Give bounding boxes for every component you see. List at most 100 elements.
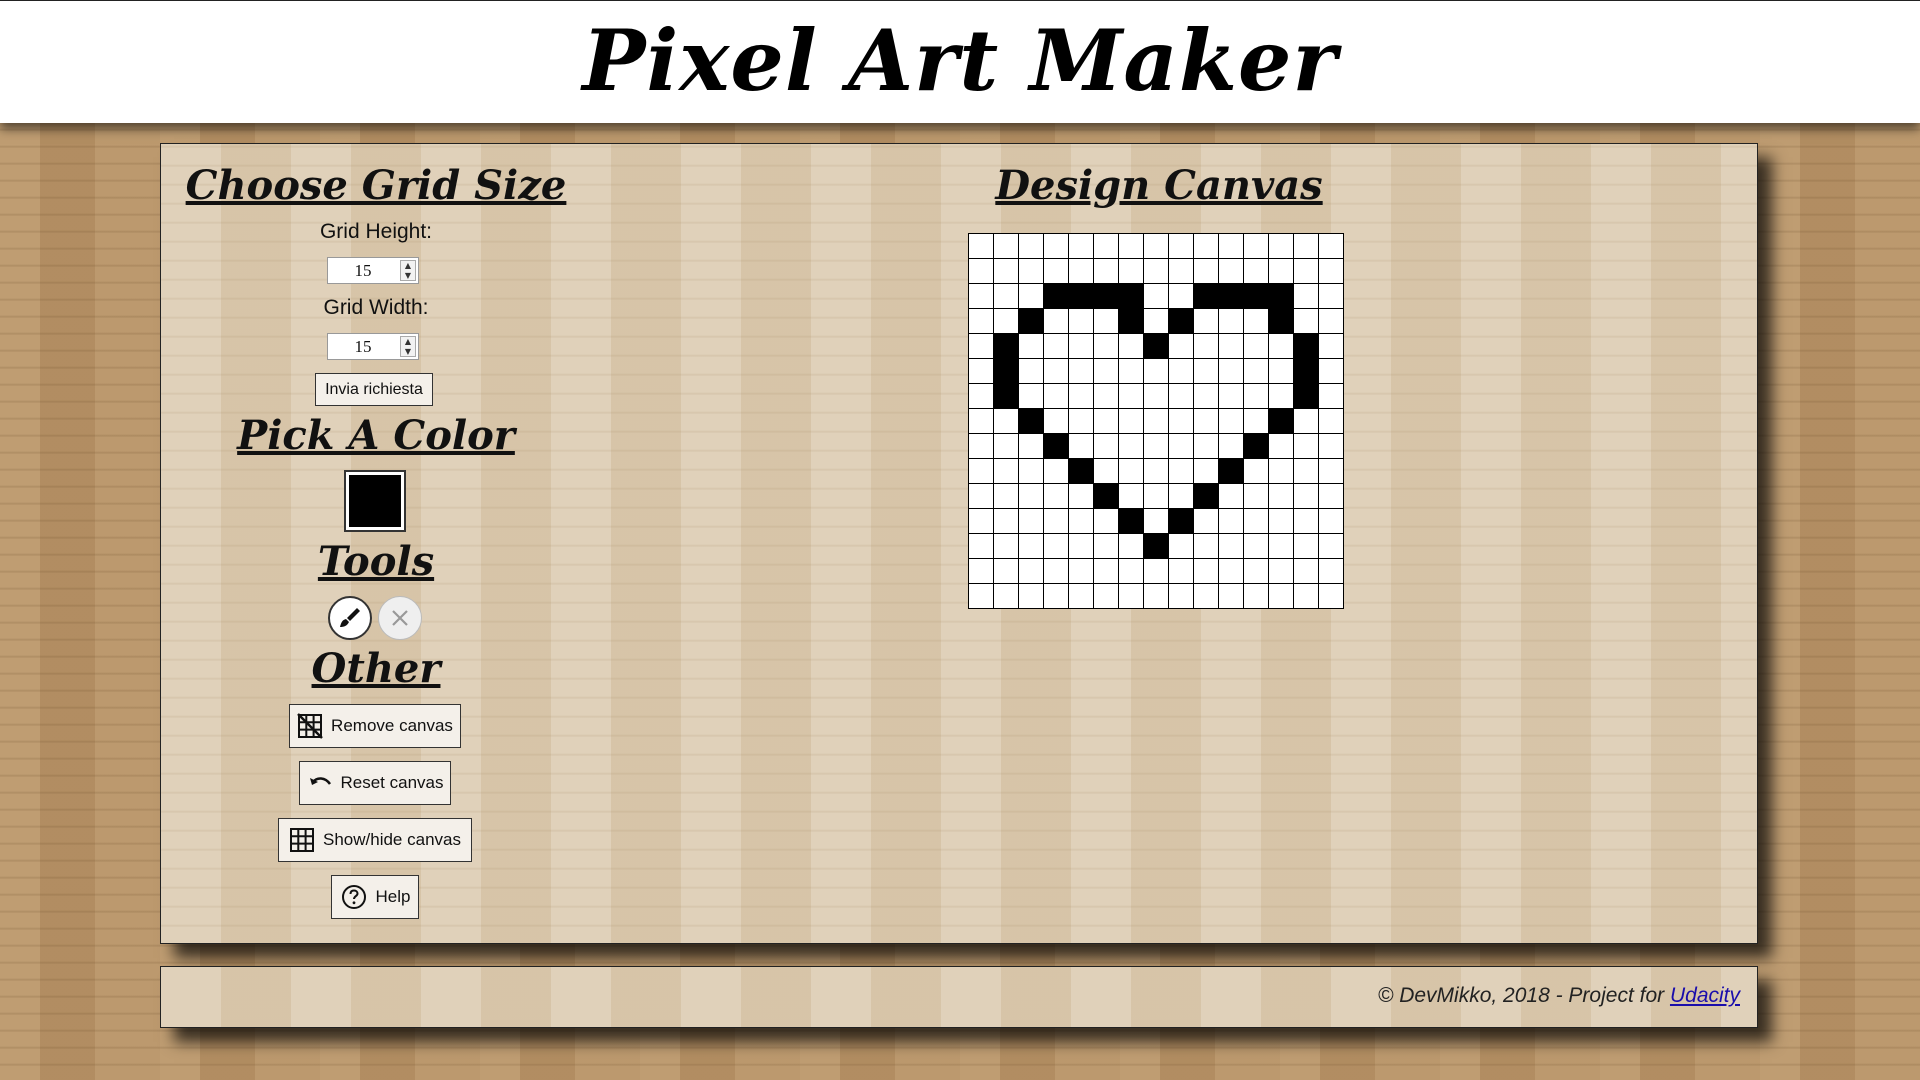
pixel-cell[interactable] — [969, 309, 994, 334]
pixel-cell[interactable] — [1319, 384, 1344, 409]
pixel-cell[interactable] — [1219, 559, 1244, 584]
pixel-cell[interactable] — [1319, 259, 1344, 284]
pixel-cell[interactable] — [994, 484, 1019, 509]
pixel-cell[interactable] — [1319, 309, 1344, 334]
show-hide-canvas-button[interactable]: Show/hide canvas — [278, 818, 472, 862]
pixel-cell[interactable] — [1144, 359, 1169, 384]
pixel-cell[interactable] — [969, 509, 994, 534]
pixel-cell[interactable] — [1219, 509, 1244, 534]
pixel-cell[interactable] — [1044, 459, 1069, 484]
pixel-cell[interactable] — [1319, 409, 1344, 434]
pixel-cell[interactable] — [1019, 509, 1044, 534]
pixel-cell[interactable] — [1144, 559, 1169, 584]
pixel-cell[interactable] — [1244, 459, 1269, 484]
pixel-cell[interactable] — [1319, 434, 1344, 459]
pixel-cell[interactable] — [1044, 309, 1069, 334]
pixel-cell[interactable] — [1194, 584, 1219, 609]
pixel-cell[interactable] — [1194, 334, 1219, 359]
pixel-cell[interactable] — [1119, 434, 1144, 459]
pixel-cell[interactable] — [1219, 459, 1244, 484]
pixel-cell[interactable] — [1269, 509, 1294, 534]
pixel-cell[interactable] — [994, 334, 1019, 359]
pixel-cell[interactable] — [1094, 359, 1119, 384]
pixel-cell[interactable] — [1269, 284, 1294, 309]
pixel-cell[interactable] — [1294, 334, 1319, 359]
pixel-cell[interactable] — [1019, 584, 1044, 609]
pixel-cell[interactable] — [969, 534, 994, 559]
pixel-cell[interactable] — [1144, 309, 1169, 334]
pixel-cell[interactable] — [1144, 409, 1169, 434]
pixel-cell[interactable] — [1294, 584, 1319, 609]
pixel-cell[interactable] — [1019, 259, 1044, 284]
pixel-cell[interactable] — [994, 359, 1019, 384]
pixel-cell[interactable] — [1069, 259, 1094, 284]
pixel-cell[interactable] — [1019, 309, 1044, 334]
pixel-cell[interactable] — [1319, 484, 1344, 509]
pixel-cell[interactable] — [1194, 234, 1219, 259]
pixel-cell[interactable] — [1219, 584, 1244, 609]
pixel-cell[interactable] — [994, 284, 1019, 309]
pixel-cell[interactable] — [1069, 459, 1094, 484]
pixel-cell[interactable] — [1244, 534, 1269, 559]
pixel-cell[interactable] — [1319, 284, 1344, 309]
pixel-cell[interactable] — [1094, 234, 1119, 259]
pixel-cell[interactable] — [1119, 584, 1144, 609]
pixel-cell[interactable] — [1269, 359, 1294, 384]
help-button[interactable]: Help — [331, 875, 419, 919]
pixel-cell[interactable] — [1119, 409, 1144, 434]
spinner-icon[interactable]: ▲ ▼ — [400, 260, 416, 281]
pixel-cell[interactable] — [1219, 234, 1244, 259]
pixel-cell[interactable] — [1194, 484, 1219, 509]
pixel-cell[interactable] — [1269, 259, 1294, 284]
pixel-cell[interactable] — [969, 384, 994, 409]
pixel-cell[interactable] — [1069, 484, 1094, 509]
pixel-cell[interactable] — [1094, 534, 1119, 559]
pixel-cell[interactable] — [1319, 334, 1344, 359]
pixel-cell[interactable] — [1144, 259, 1169, 284]
pixel-cell[interactable] — [994, 259, 1019, 284]
pixel-cell[interactable] — [1169, 434, 1194, 459]
pixel-cell[interactable] — [1044, 359, 1069, 384]
pixel-cell[interactable] — [1094, 584, 1119, 609]
pixel-cell[interactable] — [1194, 509, 1219, 534]
pixel-cell[interactable] — [1069, 534, 1094, 559]
pixel-cell[interactable] — [1119, 284, 1144, 309]
pixel-cell[interactable] — [1119, 234, 1144, 259]
pixel-cell[interactable] — [1069, 509, 1094, 534]
pixel-cell[interactable] — [1069, 559, 1094, 584]
spinner-icon[interactable]: ▲ ▼ — [400, 336, 416, 357]
pixel-cell[interactable] — [1019, 384, 1044, 409]
pixel-cell[interactable] — [1119, 509, 1144, 534]
pixel-cell[interactable] — [1094, 409, 1119, 434]
pixel-cell[interactable] — [1244, 559, 1269, 584]
pixel-cell[interactable] — [1294, 309, 1319, 334]
pixel-cell[interactable] — [1094, 284, 1119, 309]
pixel-cell[interactable] — [1094, 559, 1119, 584]
pixel-cell[interactable] — [969, 359, 994, 384]
pixel-cell[interactable] — [1094, 459, 1119, 484]
pixel-cell[interactable] — [1269, 409, 1294, 434]
pixel-cell[interactable] — [1244, 234, 1269, 259]
pixel-cell[interactable] — [994, 459, 1019, 484]
pixel-cell[interactable] — [1169, 334, 1194, 359]
brush-tool-button[interactable] — [328, 596, 372, 640]
pixel-cell[interactable] — [1094, 334, 1119, 359]
pixel-cell[interactable] — [1244, 259, 1269, 284]
pixel-cell[interactable] — [969, 459, 994, 484]
pixel-cell[interactable] — [994, 434, 1019, 459]
pixel-cell[interactable] — [1094, 384, 1119, 409]
pixel-cell[interactable] — [1294, 234, 1319, 259]
pixel-cell[interactable] — [1019, 334, 1044, 359]
pixel-cell[interactable] — [1244, 584, 1269, 609]
pixel-cell[interactable] — [1294, 409, 1319, 434]
pixel-canvas[interactable] — [968, 233, 1344, 609]
pixel-cell[interactable] — [1194, 259, 1219, 284]
pixel-cell[interactable] — [1069, 309, 1094, 334]
pixel-cell[interactable] — [1044, 534, 1069, 559]
pixel-cell[interactable] — [1019, 234, 1044, 259]
pixel-cell[interactable] — [1019, 359, 1044, 384]
pixel-cell[interactable] — [1244, 334, 1269, 359]
pixel-cell[interactable] — [1044, 284, 1069, 309]
pixel-cell[interactable] — [1019, 284, 1044, 309]
pixel-cell[interactable] — [969, 259, 994, 284]
